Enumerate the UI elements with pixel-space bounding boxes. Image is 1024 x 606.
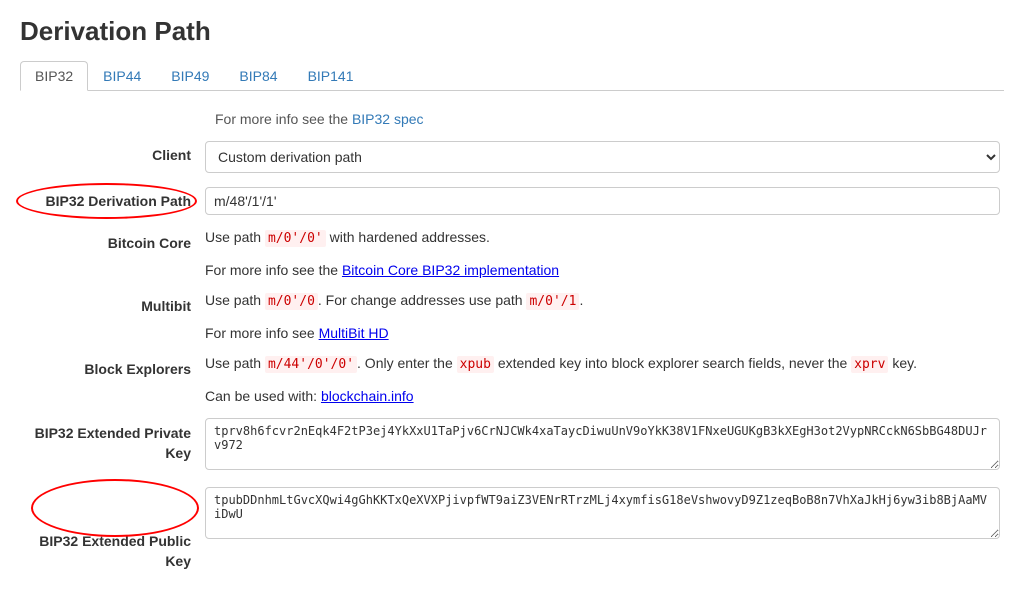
tab-bip49[interactable]: BIP49 bbox=[156, 61, 224, 91]
block-desc2-pre: Can be used with: bbox=[205, 388, 321, 404]
page-title: Derivation Path bbox=[20, 16, 1004, 47]
tab-bip44[interactable]: BIP44 bbox=[88, 61, 156, 91]
bitcoin-core-desc1-pre: Use path bbox=[205, 229, 265, 245]
tab-bip32[interactable]: BIP32 bbox=[20, 61, 88, 91]
client-select[interactable]: Custom derivation path Bitcoin Core Mult… bbox=[205, 141, 1000, 173]
block-path1: m/44'/0'/0' bbox=[265, 356, 357, 373]
multibit-link[interactable]: MultiBit HD bbox=[319, 325, 389, 341]
main-content: For more info see the BIP32 spec Client … bbox=[20, 111, 1000, 571]
bitcoin-core-desc: Use path m/0'/0' with hardened addresses… bbox=[205, 229, 1000, 278]
extended-private-wrap bbox=[205, 418, 1000, 473]
tab-bar: BIP32 BIP44 BIP49 BIP84 BIP141 bbox=[20, 61, 1004, 91]
extended-public-row: BIP32 Extended Public Key bbox=[20, 487, 1000, 571]
block-explorers-desc: Use path m/44'/0'/0'. Only enter the xpu… bbox=[205, 355, 1000, 404]
block-xprv: xprv bbox=[851, 356, 888, 373]
block-desc1-mid: . Only enter the bbox=[357, 355, 457, 371]
bitcoin-core-path1: m/0'/0' bbox=[265, 230, 326, 247]
extended-private-label: BIP32 Extended Private Key bbox=[20, 418, 205, 463]
bip32-path-input[interactable] bbox=[205, 187, 1000, 215]
tab-bip84[interactable]: BIP84 bbox=[224, 61, 292, 91]
multibit-desc1-mid: . For change addresses use path bbox=[318, 292, 527, 308]
block-explorers-label: Block Explorers bbox=[20, 355, 205, 377]
extended-public-circle bbox=[31, 479, 199, 537]
multibit-desc2-pre: For more info see bbox=[205, 325, 319, 341]
block-explorers-row: Block Explorers Use path m/44'/0'/0'. On… bbox=[20, 355, 1000, 404]
block-desc1-post: extended key into block explorer search … bbox=[494, 355, 851, 371]
bitcoin-core-label: Bitcoin Core bbox=[20, 229, 205, 251]
bip32-path-label: BIP32 Derivation Path bbox=[20, 187, 205, 209]
extended-private-textarea[interactable] bbox=[205, 418, 1000, 470]
block-xpub: xpub bbox=[457, 356, 494, 373]
client-select-wrap: Custom derivation path Bitcoin Core Mult… bbox=[205, 141, 1000, 173]
bip32-spec-info: For more info see the BIP32 spec bbox=[215, 111, 1000, 127]
info-text-prefix: For more info see the bbox=[215, 111, 352, 127]
multibit-row: Multibit Use path m/0'/0. For change add… bbox=[20, 292, 1000, 341]
block-link[interactable]: blockchain.info bbox=[321, 388, 414, 404]
multibit-path1: m/0'/0 bbox=[265, 293, 318, 310]
multibit-desc1-pre: Use path bbox=[205, 292, 265, 308]
bitcoin-core-desc2-pre: For more info see the bbox=[205, 262, 342, 278]
client-row: Client Custom derivation path Bitcoin Co… bbox=[20, 141, 1000, 173]
bitcoin-core-link[interactable]: Bitcoin Core BIP32 implementation bbox=[342, 262, 559, 278]
multibit-label: Multibit bbox=[20, 292, 205, 314]
block-desc1-end: key. bbox=[888, 355, 917, 371]
multibit-desc: Use path m/0'/0. For change addresses us… bbox=[205, 292, 1000, 341]
extended-public-label: BIP32 Extended Public Key bbox=[20, 487, 205, 571]
extended-private-row: BIP32 Extended Private Key bbox=[20, 418, 1000, 473]
bitcoin-core-desc1-post: with hardened addresses. bbox=[326, 229, 490, 245]
multibit-path2: m/0'/1 bbox=[526, 293, 579, 310]
bip32-path-row: BIP32 Derivation Path bbox=[20, 187, 1000, 215]
client-label: Client bbox=[20, 141, 205, 163]
extended-public-wrap bbox=[205, 487, 1000, 542]
block-desc1-pre: Use path bbox=[205, 355, 265, 371]
bip32-spec-link[interactable]: BIP32 spec bbox=[352, 111, 424, 127]
tab-bip141[interactable]: BIP141 bbox=[293, 61, 369, 91]
multibit-desc1-post: . bbox=[579, 292, 583, 308]
extended-public-textarea[interactable] bbox=[205, 487, 1000, 539]
bip32-path-input-wrap bbox=[205, 187, 1000, 215]
bitcoin-core-row: Bitcoin Core Use path m/0'/0' with harde… bbox=[20, 229, 1000, 278]
